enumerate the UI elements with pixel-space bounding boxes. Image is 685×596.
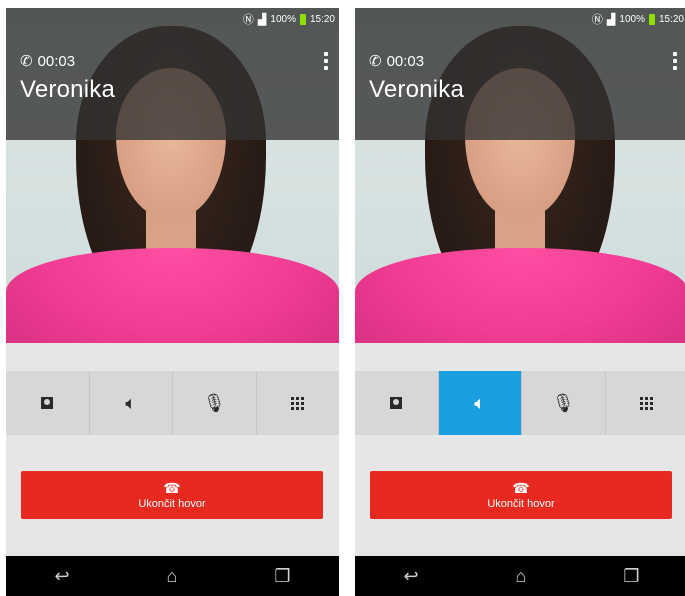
end-call-label: Ukončit hovor <box>138 497 206 510</box>
recents-icon[interactable]: ❐ <box>274 566 290 587</box>
hangup-icon: ☎︎ <box>512 479 530 496</box>
nfc-icon: Ⓝ <box>242 14 254 26</box>
status-time: 15:20 <box>309 13 335 25</box>
phone-icon: ✆ <box>369 53 382 70</box>
call-controls: 🔈︎ 🎙︎ <box>355 371 685 435</box>
hangup-icon: ☎︎ <box>163 479 181 496</box>
call-header: Ⓝ ▟ 100% 15:20 ✆ 00:03 Veronika <box>355 8 685 140</box>
speaker-icon: 🔈︎ <box>474 392 486 413</box>
phone-screen-left: Ⓝ ▟ 100% 15:20 ✆ 00:03 Veronika 🔈︎ 🎙︎ ☎︎… <box>6 8 339 596</box>
contact-card-icon <box>390 397 403 409</box>
home-icon[interactable]: ⌂ <box>516 566 527 587</box>
contact-button[interactable] <box>355 371 439 435</box>
contact-button[interactable] <box>6 371 90 435</box>
mute-button[interactable]: 🎙︎ <box>522 371 606 435</box>
call-duration: 00:03 <box>37 52 76 70</box>
dialpad-icon <box>640 396 654 410</box>
dialpad-button[interactable] <box>257 371 340 435</box>
status-bar: Ⓝ ▟ 100% 15:20 <box>6 8 339 30</box>
phone-screen-right: Ⓝ ▟ 100% 15:20 ✆ 00:03 Veronika 🔈︎ 🎙︎ ☎︎… <box>355 8 685 596</box>
battery-icon <box>299 13 306 25</box>
battery-text: 100% <box>270 13 296 25</box>
call-header: Ⓝ ▟ 100% 15:20 ✆ 00:03 Veronika <box>6 8 339 140</box>
speaker-icon: 🔈︎ <box>125 392 137 413</box>
back-icon[interactable]: ↩ <box>54 566 69 587</box>
navigation-bar: ↩ ⌂ ❐ <box>6 556 339 596</box>
end-call-button[interactable]: ☎︎ Ukončit hovor <box>21 471 323 519</box>
signal-icon: ▟ <box>257 13 267 26</box>
speaker-button[interactable]: 🔈︎ <box>438 371 522 435</box>
call-controls: 🔈︎ 🎙︎ <box>6 371 339 435</box>
dialpad-button[interactable] <box>606 371 685 435</box>
battery-text: 100% <box>619 13 645 25</box>
signal-icon: ▟ <box>606 13 616 26</box>
dialpad-icon <box>291 396 305 410</box>
status-time: 15:20 <box>658 13 684 25</box>
end-call-button[interactable]: ☎︎ Ukončit hovor <box>370 471 672 519</box>
call-duration: 00:03 <box>386 52 425 70</box>
call-info: ✆ 00:03 Veronika <box>20 52 115 104</box>
phone-icon: ✆ <box>20 53 33 70</box>
navigation-bar: ↩ ⌂ ❐ <box>355 556 685 596</box>
call-info: ✆ 00:03 Veronika <box>369 52 464 104</box>
overflow-menu-icon[interactable] <box>673 52 678 70</box>
mute-button[interactable]: 🎙︎ <box>173 371 257 435</box>
status-bar: Ⓝ ▟ 100% 15:20 <box>355 8 685 30</box>
home-icon[interactable]: ⌂ <box>167 566 178 587</box>
recents-icon[interactable]: ❐ <box>623 566 639 587</box>
overflow-menu-icon[interactable] <box>324 52 329 70</box>
back-icon[interactable]: ↩ <box>403 566 418 587</box>
mute-mic-icon: 🎙︎ <box>202 392 226 413</box>
contact-name: Veronika <box>20 76 115 103</box>
contact-name: Veronika <box>369 76 464 103</box>
end-call-label: Ukončit hovor <box>487 497 555 510</box>
nfc-icon: Ⓝ <box>591 14 603 26</box>
mute-mic-icon: 🎙︎ <box>551 392 575 413</box>
speaker-button[interactable]: 🔈︎ <box>90 371 173 435</box>
battery-icon <box>648 13 655 25</box>
contact-card-icon <box>41 397 54 409</box>
